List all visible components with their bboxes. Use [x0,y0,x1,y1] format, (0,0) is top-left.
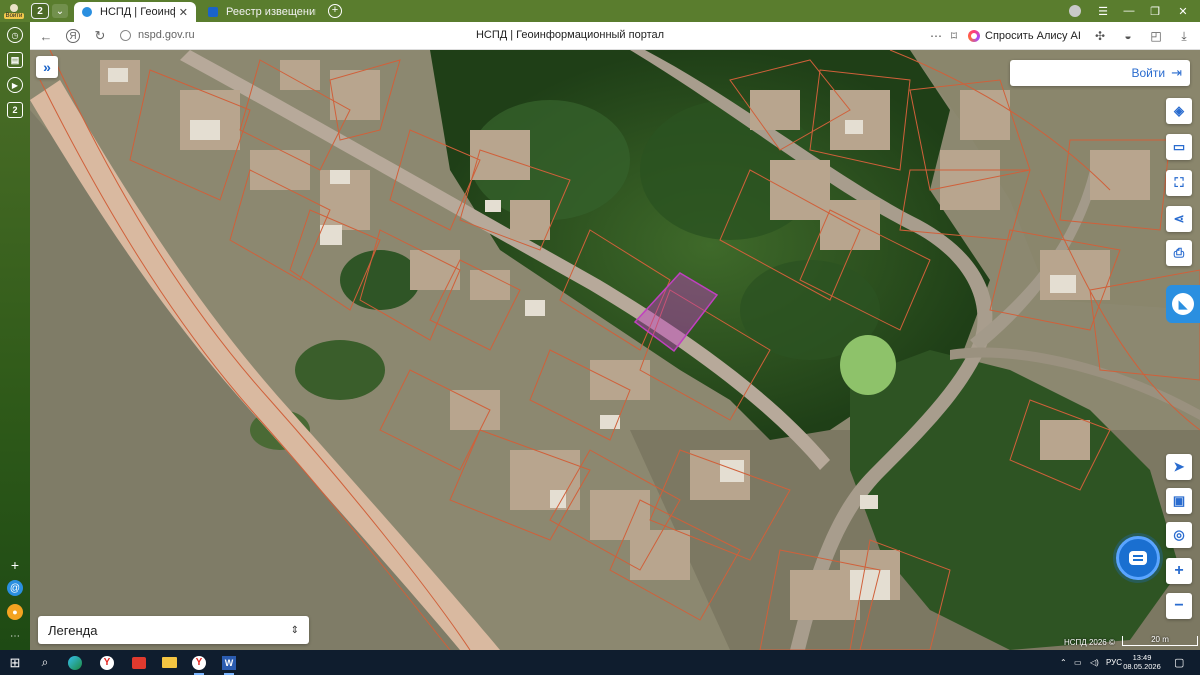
location-icon: ◎ [1173,527,1185,542]
sidebar-badge-icon[interactable]: 2 [7,102,23,118]
address-bar: ← Я ↻ nspd.gov.ru НСПД | Геоинформационн… [30,22,1200,50]
layers-icon: ◈ [1174,103,1184,118]
login-icon: ⇥ [1171,65,1182,80]
play-icon[interactable]: ▶ [7,77,23,93]
profile-avatar-icon [10,3,18,12]
tab-count-button[interactable]: 2 [31,3,49,19]
ask-alice-button[interactable]: Спросить Алису AI [968,26,1081,46]
print-button[interactable]: ⎙ [1166,240,1192,266]
chevron-updown-icon: ⇕ [290,624,299,636]
protect-icon[interactable]: ◒ [1120,28,1136,44]
alice-icon [968,30,980,42]
collections-icon[interactable]: ▤ [7,52,23,68]
clock-date: 08.05.2026 [1123,662,1161,671]
browser-tab-strip: Войти 2 ⌄ НСПД | Геоинформационный порта… [0,0,1200,22]
login-label: Войти [1131,66,1166,80]
notifications-icon[interactable]: ▢ [1174,650,1184,675]
profile-label: Войти [3,12,25,19]
ruler-icon: ▭ [1172,139,1186,154]
layers-button[interactable]: ◈ [1166,98,1192,124]
clock[interactable]: 13:49 08.05.2026 [1122,653,1162,671]
tray-chevron-icon[interactable]: ⌃ [1060,650,1067,675]
menu-icon[interactable]: ☰ [1092,0,1114,22]
more-icon[interactable]: ⋯ [7,628,23,644]
bookmark-icon[interactable]: ⌑ [946,28,962,44]
assistant-tab[interactable]: ◣ [1166,285,1200,323]
ruler-button[interactable]: ▭ [1166,134,1192,160]
chevron-down-icon[interactable]: ⌄ [52,4,68,18]
word-icon[interactable]: W [218,653,240,675]
language-indicator[interactable]: РУС [1106,650,1122,675]
minimize-icon[interactable]: — [1118,0,1140,22]
yandex-browser-icon[interactable]: Y [96,653,118,672]
account-icon[interactable] [1064,0,1086,22]
legend-label: Легенда [48,622,98,638]
legend-dropdown[interactable]: Легенда ⇕ [38,616,309,644]
print-icon: ⎙ [1173,245,1185,260]
yandex-browser-active-icon[interactable]: Y [188,653,210,675]
share-icon: ⋖ [1173,211,1185,226]
clock-time: 13:49 [1132,653,1152,662]
chat-icon [1129,551,1147,565]
share-button[interactable]: ⋖ [1166,206,1192,232]
extensions-icon[interactable]: ✣ [1092,28,1108,44]
taskbar: ⊞ ⌕ Y Y W ⌃ ▭ ◁) РУС 13:49 08.05.2026 ▢ [0,650,1200,675]
scale-bar: 20 m [1122,636,1198,646]
zoom-to-area-button[interactable]: ⛶ [1166,170,1192,196]
assistant-icon: ◣ [1172,293,1194,315]
map-viewport[interactable]: » Войти ⇥ ◈ ▭ ⛶ ⋖ ⎙ ◣ ➤ ▣ ◎ + − Легенда … [30,50,1200,650]
weather-icon[interactable]: ● [7,604,23,620]
tab-nspd[interactable]: НСПД | Геоинформационный портал ✕ [74,2,196,22]
close-icon[interactable]: ✕ [179,6,188,19]
file-explorer-icon[interactable] [158,653,180,672]
download-icon[interactable]: ⤓ [1176,28,1192,44]
map-layout-button[interactable]: ▣ [1166,488,1192,514]
history-icon[interactable]: ◷ [7,27,23,43]
map-layout-icon: ▣ [1172,493,1186,508]
new-tab-button[interactable]: + [328,4,342,18]
profile-button[interactable]: Войти [2,1,26,21]
zoom-to-area-icon: ⛶ [1174,175,1184,190]
zoom-in-button[interactable]: + [1166,558,1192,584]
browser-sidebar: ◷ ▤ ▶ 2 + @ ● ⋯ [0,22,30,650]
alice-label: Спросить Алису AI [985,30,1081,42]
registry-icon [208,7,218,17]
tab-title: Реестр извещений [226,6,316,18]
windows-start-icon[interactable]: ⊞ [4,653,26,672]
restore-icon[interactable]: ❐ [1144,0,1166,22]
network-icon[interactable]: ▭ [1074,650,1082,675]
edge-icon[interactable] [64,653,86,672]
expand-panel-button[interactable]: » [36,56,58,78]
tab-title: НСПД | Геоинформационный портал [100,6,175,18]
login-button[interactable]: Войти ⇥ [1010,60,1190,86]
volume-icon[interactable]: ◁) [1090,650,1099,675]
close-window-icon[interactable]: ✕ [1172,0,1194,22]
navigate-icon: ➤ [1173,459,1185,474]
mail-icon[interactable]: @ [7,580,23,596]
sidebar-toggle-icon[interactable]: ◰ [1148,28,1164,44]
zoom-out-button[interactable]: − [1166,593,1192,619]
more-icon[interactable]: ⋯ [928,28,944,44]
search-icon[interactable]: ⌕ [34,653,56,672]
chat-button[interactable] [1116,536,1160,580]
globe-icon [82,7,92,17]
add-icon[interactable]: + [7,557,23,573]
app-icon[interactable] [128,653,150,672]
tab-registry[interactable]: Реестр извещений [200,2,324,22]
location-button[interactable]: ◎ [1166,522,1192,548]
map-attribution: НСПД 2026 © [1064,638,1115,647]
satellite-map [30,50,1200,650]
navigate-button[interactable]: ➤ [1166,454,1192,480]
